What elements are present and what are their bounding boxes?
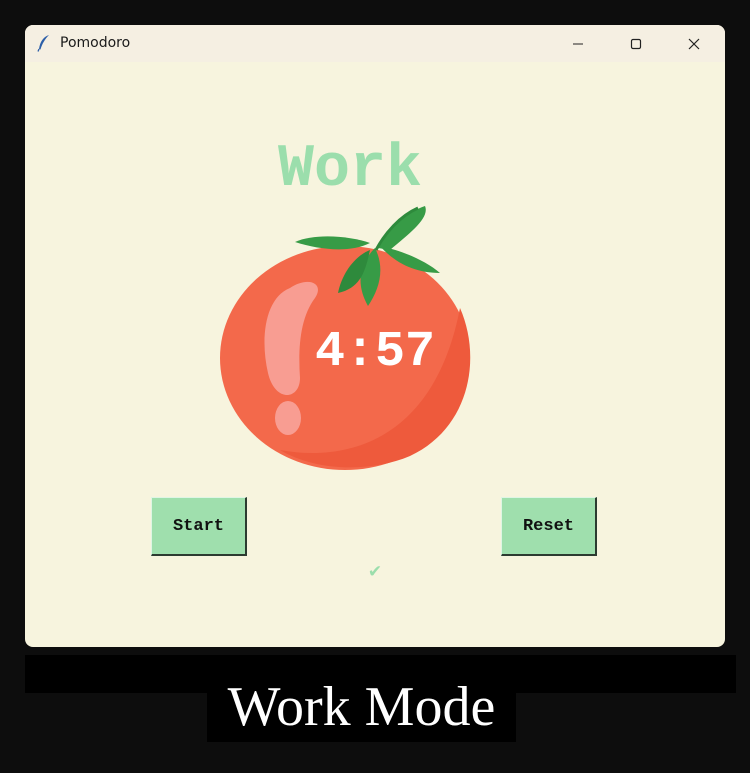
feather-icon: [37, 35, 49, 52]
start-button[interactable]: Start: [151, 497, 247, 556]
window-title: Pomodoro: [60, 35, 131, 51]
maximize-icon: [630, 38, 642, 49]
caption-text: Work Mode: [227, 676, 496, 738]
close-button[interactable]: [671, 25, 717, 62]
close-icon: [688, 38, 700, 49]
reset-button[interactable]: Reset: [501, 497, 597, 556]
timer-display: 4:57: [314, 324, 436, 381]
minimize-button[interactable]: [555, 25, 601, 62]
title-bar[interactable]: Pomodoro: [25, 25, 725, 62]
completed-checkmarks: ✔: [367, 562, 383, 582]
maximize-button[interactable]: [613, 25, 659, 62]
minimize-icon: [573, 43, 583, 44]
